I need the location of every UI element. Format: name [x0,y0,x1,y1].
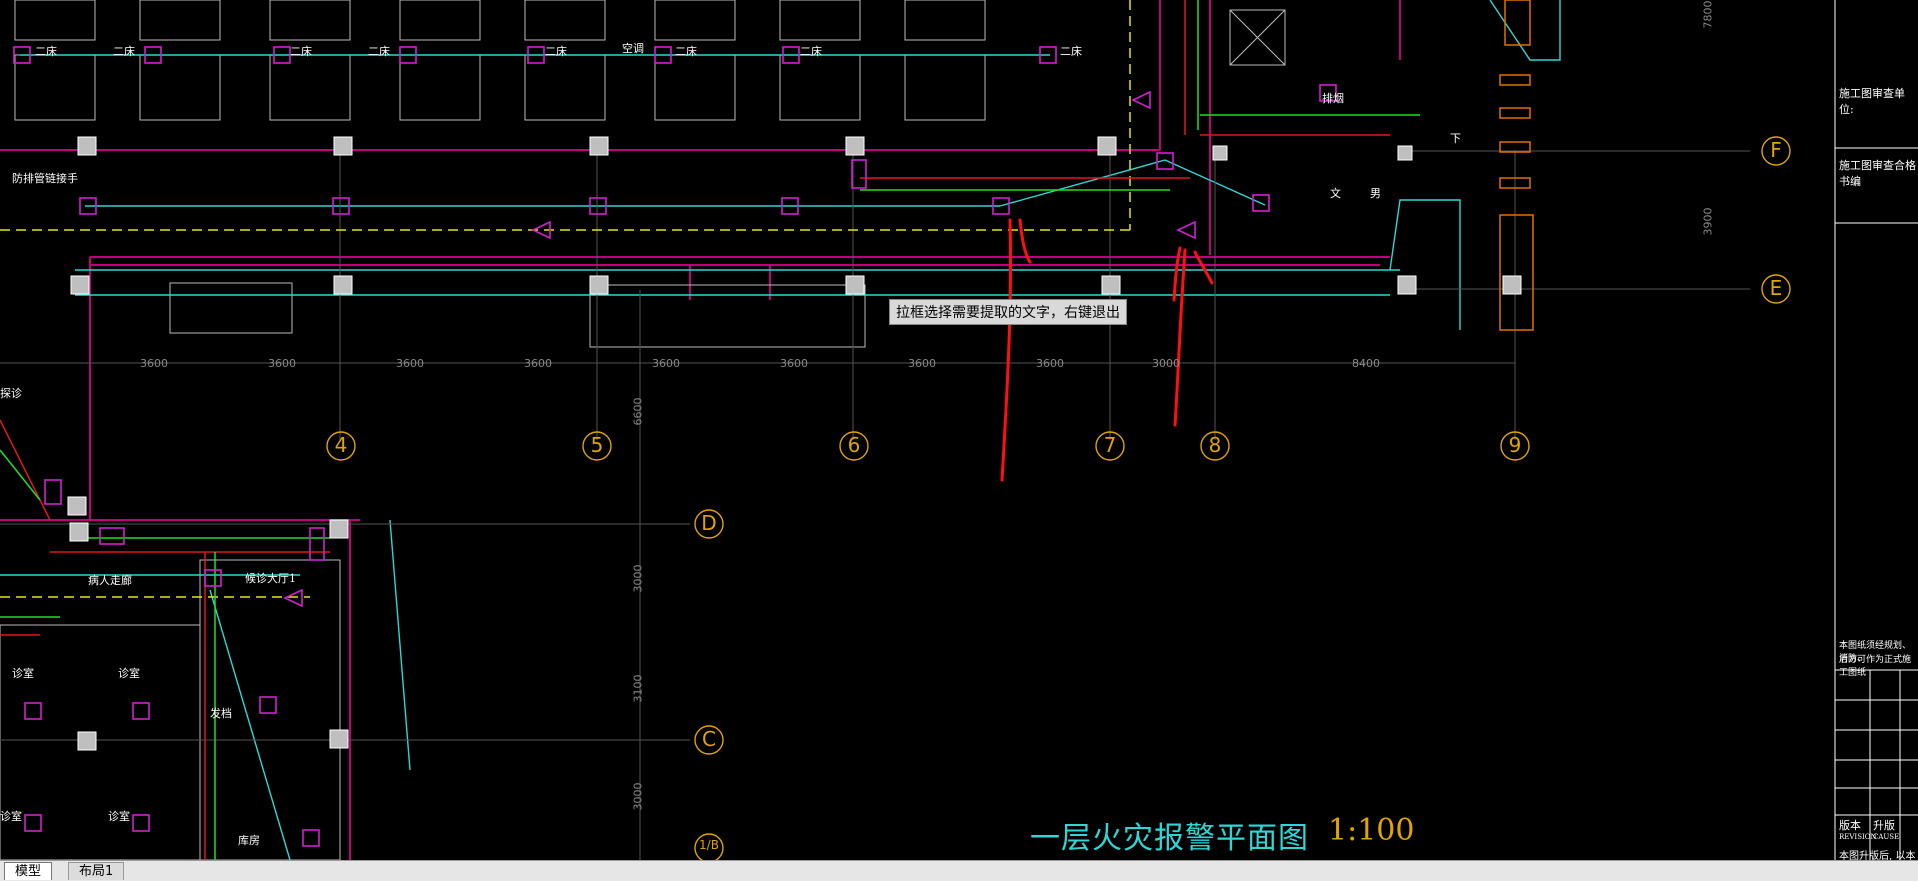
cause-en: CAUSE [1873,833,1900,841]
room-label: 二床 [368,45,390,58]
room-label: 病人走廊 [88,574,132,587]
room-label: 诊室 [118,667,140,680]
vertical-dimension-text: 6600 [631,397,645,426]
grid-label-f: F [1770,138,1782,162]
furniture [0,0,1286,860]
room-label: 排烟 [1322,92,1344,105]
revision-label: 版本 [1839,819,1861,832]
cyan-lines [0,0,1561,860]
grid-label-9: 9 [1508,433,1522,457]
layout-tab-bar: 模型 布局1 [0,860,1918,881]
revision-en: REVISION [1839,833,1877,841]
review-unit-label: 施工图审查单位: [1839,87,1905,116]
room-label: 防排管链接手 [12,172,78,185]
drawing-title: 一层火灾报警平面图 [1030,821,1309,856]
room-label: 库房 [238,834,260,847]
title-block-frame [1834,0,1918,860]
command-tooltip: 拉框选择需要提取的文字，右键退出 [889,299,1127,325]
grid-bubbles [326,136,1791,860]
dimension-text: 3600 [524,357,552,370]
review-cert-label: 施工图审查合格书编 [1839,159,1916,188]
dimension-text: 3600 [268,357,296,370]
floor-plan-drawing[interactable] [0,0,1918,860]
room-label: 探诊 [0,387,22,400]
room-label: 二床 [35,45,57,58]
note-line-2: 后方可作为正式施工图纸 [1839,655,1912,678]
room-label: 二床 [290,45,312,58]
dimension-text: 3600 [652,357,680,370]
room-label: 二床 [113,45,135,58]
dimension-text: 3600 [140,357,168,370]
dimension-text: 3600 [396,357,424,370]
cad-model-space[interactable]: 4 5 6 7 8 9 F E D C 1/B 3600 3600 3600 3… [0,0,1918,862]
vertical-dimension-text: 3100 [631,674,645,703]
vertical-dimension-text: 7800 [1701,0,1715,29]
cause-label: 升版 [1873,819,1895,832]
room-label: 诊室 [12,667,34,680]
grid-label-7: 7 [1103,433,1117,457]
vertical-dimension-text: 3900 [1701,207,1715,236]
room-label: 文 [1330,187,1341,200]
grid-label-d: D [701,511,717,535]
dimension-text: 3600 [908,357,936,370]
grid-label-5: 5 [590,433,604,457]
room-label: 诊室 [0,810,22,823]
room-label: 二床 [800,45,822,58]
alarm-devices [13,46,1337,847]
room-label: 男 [1370,187,1381,200]
dimension-text: 3000 [1152,357,1180,370]
grid-label-4: 4 [334,433,348,457]
grid-label-e: E [1769,276,1783,300]
dimension-text: 8400 [1352,357,1380,370]
room-label: 候诊大厅1 [245,572,296,585]
vertical-dimension-text: 3000 [631,782,645,811]
columns [67,136,1522,751]
vertical-dimension-text: 3000 [631,564,645,593]
dimension-text: 3600 [1036,357,1064,370]
room-label: 诊室 [108,810,130,823]
dimension-text: 3600 [780,357,808,370]
room-label: 下 [1450,132,1461,145]
grid-label-c: C [702,727,716,751]
room-label: 空调 [622,42,644,55]
room-label: 二床 [675,45,697,58]
grid-label-8: 8 [1208,433,1222,457]
drawing-scale: 1:100 [1328,813,1415,848]
grid-label-1b: 1/B [699,838,719,852]
grid-label-6: 6 [847,433,861,457]
room-label: 二床 [545,45,567,58]
tab-model[interactable]: 模型 [4,862,53,880]
room-label: 发档 [210,707,232,720]
tab-layout1[interactable]: 布局1 [68,862,125,880]
room-label: 二床 [1060,45,1082,58]
